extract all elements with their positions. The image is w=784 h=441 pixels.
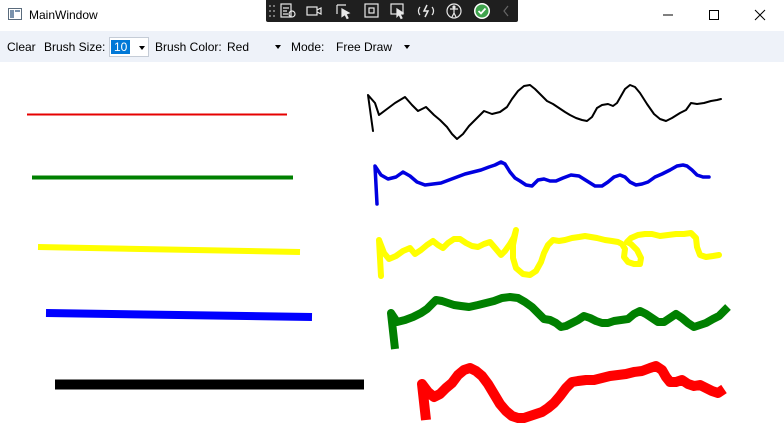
- close-icon: [754, 9, 766, 21]
- mode-combo[interactable]: Free Draw: [333, 37, 413, 57]
- window-app-icon[interactable]: [8, 8, 22, 20]
- display-layout-adorners-icon[interactable]: [362, 2, 382, 20]
- minimize-button[interactable]: [645, 0, 691, 30]
- freehand-stroke: [367, 84, 722, 140]
- maximize-icon: [709, 10, 719, 20]
- chevron-down-icon: [139, 46, 145, 50]
- select-element-icon[interactable]: [334, 2, 354, 20]
- chevron-down-icon: [275, 45, 281, 49]
- freehand-stroke: [373, 160, 711, 206]
- checkmark-icon[interactable]: [472, 2, 492, 20]
- brush-color-label: Brush Color:: [155, 40, 222, 54]
- freehand-stroke: [376, 227, 722, 279]
- drawing-toolbar: Clear Brush Size: 10 Brush Color: Red Mo…: [0, 31, 784, 62]
- track-focus-icon[interactable]: [388, 2, 408, 20]
- runtime-debug-toolbar: [266, 0, 518, 22]
- title-bar: MainWindow: [0, 0, 784, 30]
- close-button[interactable]: [737, 0, 783, 30]
- window-title: MainWindow: [29, 8, 98, 22]
- freehand-stroke: [417, 361, 727, 423]
- brush-color-value: Red: [227, 40, 250, 54]
- live-visual-tree-icon[interactable]: [278, 2, 298, 20]
- mode-value: Free Draw: [336, 40, 393, 54]
- straight-line-stroke: [37, 244, 301, 255]
- drawing-canvas[interactable]: [0, 63, 784, 441]
- chevron-down-icon: [404, 45, 410, 49]
- record-icon[interactable]: [304, 2, 324, 20]
- brush-size-label: Brush Size:: [44, 40, 106, 54]
- freehand-stroke: [387, 293, 731, 350]
- hot-reload-icon[interactable]: [416, 2, 436, 20]
- clear-button[interactable]: Clear: [7, 40, 36, 54]
- brush-size-combo[interactable]: 10: [109, 37, 149, 57]
- maximize-button[interactable]: [691, 0, 737, 30]
- brush-size-value: 10: [111, 40, 131, 54]
- straight-line-stroke: [45, 309, 313, 321]
- accessibility-icon[interactable]: [444, 2, 464, 20]
- mode-label: Mode:: [291, 40, 325, 54]
- minimize-icon: [663, 14, 673, 16]
- collapse-chevron-icon[interactable]: [500, 2, 512, 20]
- grip-icon[interactable]: [268, 2, 276, 20]
- brush-color-combo[interactable]: Red: [224, 37, 284, 57]
